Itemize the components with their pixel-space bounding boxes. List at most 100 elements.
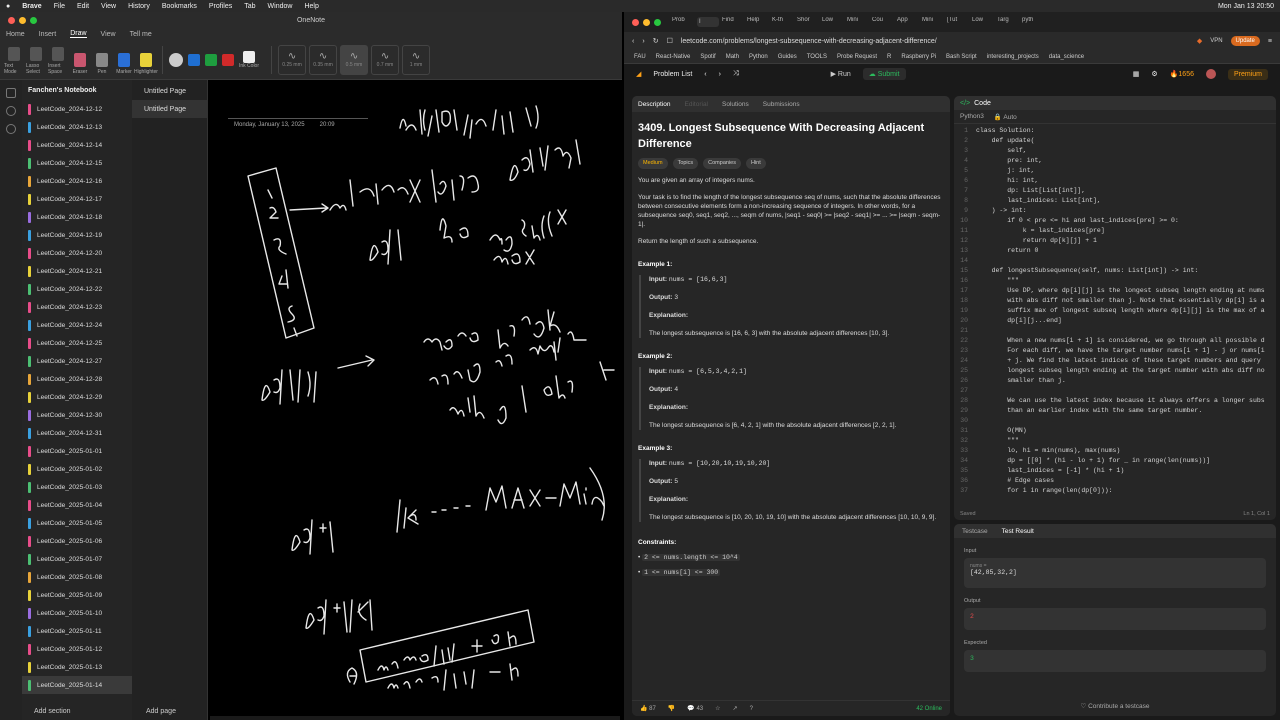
tool-lasso-select[interactable]: Lasso Select <box>26 45 46 75</box>
problem-list-button[interactable]: Problem List <box>653 71 692 78</box>
pen-size-swatch[interactable]: ∿ 0.25 mm <box>278 44 307 75</box>
section-item[interactable]: LeetCode_2024-12-29 <box>22 388 132 406</box>
maximize-window-icon[interactable] <box>654 18 661 26</box>
section-item[interactable]: LeetCode_2024-12-12 <box>22 100 132 118</box>
section-item[interactable]: LeetCode_2024-12-18 <box>22 208 132 226</box>
tool-pen[interactable]: Pen <box>92 45 112 75</box>
menubar-item[interactable]: File <box>54 3 65 10</box>
bookmark-item[interactable]: R <box>887 54 891 60</box>
notebooks-icon[interactable] <box>6 88 16 98</box>
pen-color-gray[interactable] <box>169 52 183 67</box>
problem-title[interactable]: 3409. Longest Subsequence With Decreasin… <box>638 120 944 152</box>
bookmark-item[interactable]: Spotif <box>700 54 715 60</box>
menubar-item[interactable]: View <box>101 3 116 10</box>
topics-chip[interactable]: Topics <box>672 158 699 169</box>
tab-editorial[interactable]: Editorial <box>685 101 708 108</box>
url-field[interactable]: leetcode.com/problems/longest-subsequenc… <box>681 38 1189 45</box>
section-item[interactable]: LeetCode_2024-12-14 <box>22 136 132 154</box>
browser-tab[interactable]: Find <box>722 17 744 27</box>
bookmark-item[interactable]: Probe Request <box>837 54 877 60</box>
apple-icon[interactable]: ● <box>6 3 10 10</box>
tool-marker[interactable]: Marker <box>114 45 134 75</box>
settings-icon[interactable]: ⚙ <box>1151 70 1157 78</box>
section-item[interactable]: LeetCode_2024-12-25 <box>22 334 132 352</box>
section-item[interactable]: LeetCode_2024-12-27 <box>22 352 132 370</box>
section-item[interactable]: LeetCode_2025-01-12 <box>22 640 132 658</box>
section-item[interactable]: LeetCode_2025-01-01 <box>22 442 132 460</box>
tab-view[interactable]: View <box>101 31 116 38</box>
tab-solutions[interactable]: Solutions <box>722 101 749 108</box>
pen-color-red[interactable] <box>222 53 234 66</box>
shuffle-icon[interactable]: ⤨ <box>733 70 739 78</box>
menubar-item[interactable]: History <box>128 3 150 10</box>
section-item[interactable]: LeetCode_2024-12-13 <box>22 118 132 136</box>
close-window-icon[interactable] <box>8 16 15 24</box>
avatar[interactable] <box>1205 69 1216 79</box>
auto-toggle[interactable]: 🔒 Auto <box>994 113 1017 121</box>
minimize-window-icon[interactable] <box>643 18 650 26</box>
horizontal-scrollbar[interactable] <box>210 716 620 720</box>
pen-size-swatch[interactable]: ∿ 0.35 mm <box>309 44 338 75</box>
contribute-testcase-button[interactable]: ♡ Contribute a testcase <box>954 702 1276 710</box>
browser-tab[interactable]: I <box>697 17 719 27</box>
section-item[interactable]: LeetCode_2024-12-31 <box>22 424 132 442</box>
tab-home[interactable]: Home <box>6 31 25 38</box>
bookmark-item[interactable]: TOOLS <box>807 54 827 60</box>
help-icon[interactable]: ? <box>750 706 753 712</box>
tab-submissions[interactable]: Submissions <box>763 101 800 108</box>
browser-tab[interactable]: Mini <box>847 17 869 27</box>
like-button[interactable]: 👍 87 <box>640 705 656 712</box>
tool-text-mode[interactable]: Text Mode <box>4 45 24 75</box>
leetcode-logo-icon[interactable]: ◢ <box>636 70 641 78</box>
bookmark-icon[interactable]: ☐ <box>667 37 673 45</box>
section-item[interactable]: LeetCode_2025-01-03 <box>22 478 132 496</box>
section-item[interactable]: LeetCode_2024-12-21 <box>22 262 132 280</box>
reload-icon[interactable]: ↻ <box>653 37 659 45</box>
ink-canvas[interactable]: Monday, January 13, 2025 20:09 <box>210 80 620 720</box>
section-item[interactable]: LeetCode_2024-12-28 <box>22 370 132 388</box>
tab-tell-me[interactable]: Tell me <box>130 31 152 38</box>
browser-tab[interactable]: Mini <box>922 17 944 27</box>
bookmark-item[interactable]: Guides <box>778 54 797 60</box>
companies-chip[interactable]: Companies <box>703 158 741 169</box>
browser-tab[interactable]: App <box>897 17 919 27</box>
tab-testcase[interactable]: Testcase <box>962 528 988 535</box>
back-icon[interactable]: ‹ <box>632 38 634 45</box>
run-button[interactable]: ▶ Run <box>831 70 851 78</box>
premium-button[interactable]: Premium <box>1227 68 1268 80</box>
hint-chip[interactable]: Hint <box>745 158 766 169</box>
code-editor[interactable]: 1 class Solution: 2 def update(3 self, 4 pr… <box>954 124 1276 496</box>
close-window-icon[interactable] <box>632 18 639 26</box>
tab-draw[interactable]: Draw <box>70 30 87 38</box>
menubar-item[interactable]: Bookmarks <box>162 3 197 10</box>
notebook-name[interactable]: Fanchen's Notebook <box>22 80 132 100</box>
browser-tab[interactable]: Help <box>747 17 769 27</box>
browser-tab[interactable]: Low <box>972 17 994 27</box>
ink-color-button[interactable]: Ink Color <box>239 50 259 69</box>
input-value[interactable]: [42,85,32,2] <box>970 569 1260 576</box>
bookmark-item[interactable]: FAU <box>634 54 646 60</box>
page-item[interactable]: Untitled Page <box>132 100 207 118</box>
browser-tab[interactable]: K-th <box>772 17 794 27</box>
menubar-clock[interactable]: Mon Jan 13 20:50 <box>1218 3 1274 10</box>
section-item[interactable]: LeetCode_2024-12-20 <box>22 244 132 262</box>
pen-size-swatch[interactable]: ∿ 0.5 mm <box>340 44 369 75</box>
bookmark-item[interactable]: Math <box>726 54 739 60</box>
maximize-window-icon[interactable] <box>30 16 37 24</box>
section-item[interactable]: LeetCode_2024-12-15 <box>22 154 132 172</box>
dislike-icon[interactable]: 👎 <box>668 705 675 712</box>
section-item[interactable]: LeetCode_2025-01-05 <box>22 514 132 532</box>
tool-insert-space[interactable]: Insert Space <box>48 45 68 75</box>
section-item[interactable]: LeetCode_2024-12-24 <box>22 316 132 334</box>
tab-test-result[interactable]: Test Result <box>1002 528 1034 535</box>
bookmark-item[interactable]: Raspberry Pi <box>901 54 936 60</box>
menubar-item[interactable]: Profiles <box>209 3 232 10</box>
vpn-button[interactable]: VPN <box>1210 38 1222 44</box>
bookmark-item[interactable]: data_science <box>1049 54 1084 60</box>
section-item[interactable]: LeetCode_2025-01-13 <box>22 658 132 676</box>
browser-tab[interactable]: pyth <box>1022 17 1044 27</box>
browser-tab[interactable]: Cou <box>872 17 894 27</box>
bookmark-item[interactable]: Python <box>749 54 768 60</box>
page-item[interactable]: Untitled Page <box>132 82 207 100</box>
browser-tab[interactable]: Prob <box>672 17 694 27</box>
